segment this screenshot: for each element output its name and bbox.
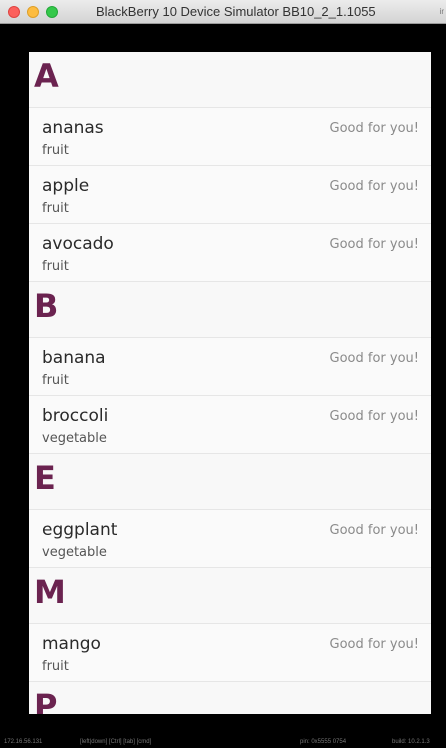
item-description: fruit bbox=[42, 373, 69, 388]
list-header-letter: P bbox=[34, 687, 58, 714]
item-description: fruit bbox=[42, 143, 69, 158]
minimize-window-button[interactable] bbox=[27, 6, 39, 18]
list-item[interactable]: ananas fruit Good for you! bbox=[29, 108, 431, 166]
device-screen: A ananas fruit Good for you! apple fruit… bbox=[29, 52, 431, 714]
grouped-list[interactable]: A ananas fruit Good for you! apple fruit… bbox=[29, 52, 431, 714]
list-header-letter: M bbox=[34, 573, 66, 611]
item-title: ananas bbox=[42, 118, 104, 138]
title-bar[interactable]: BlackBerry 10 Device Simulator BB10_2_1.… bbox=[0, 0, 446, 24]
window-title: BlackBerry 10 Device Simulator BB10_2_1.… bbox=[96, 4, 376, 19]
item-title: broccoli bbox=[42, 406, 109, 426]
list-header-letter: B bbox=[34, 287, 59, 325]
item-description: fruit bbox=[42, 259, 69, 274]
item-title: apple bbox=[42, 176, 90, 196]
list-item[interactable]: avocado fruit Good for you! bbox=[29, 224, 431, 282]
status-ip: 172.16.56.131 bbox=[4, 739, 43, 745]
list-item[interactable]: eggplant vegetable Good for you! bbox=[29, 510, 431, 568]
close-window-button[interactable] bbox=[8, 6, 20, 18]
item-title: eggplant bbox=[42, 520, 118, 540]
item-title: avocado bbox=[42, 234, 114, 254]
item-description: vegetable bbox=[42, 545, 107, 560]
list-header-letter: A bbox=[34, 57, 59, 95]
list-item[interactable]: apple fruit Good for you! bbox=[29, 166, 431, 224]
list-header: P bbox=[29, 682, 431, 714]
item-description: fruit bbox=[42, 659, 69, 674]
list-header: A bbox=[29, 52, 431, 108]
item-status: Good for you! bbox=[329, 409, 419, 424]
list-header: M bbox=[29, 568, 431, 624]
item-status: Good for you! bbox=[329, 523, 419, 538]
item-status: Good for you! bbox=[329, 637, 419, 652]
list-header: E bbox=[29, 454, 431, 510]
list-item[interactable]: mango fruit Good for you! bbox=[29, 624, 431, 682]
item-description: fruit bbox=[42, 201, 69, 216]
status-pin: pin: 0x5555 0754 bbox=[300, 739, 347, 745]
window-title-tail: ir bbox=[439, 7, 444, 16]
status-build: build: 10.2.1.3 bbox=[392, 739, 430, 745]
item-description: vegetable bbox=[42, 431, 107, 446]
status-keys: [left|down] [Ctrl] [tab] [cmd] bbox=[80, 739, 152, 745]
list-item[interactable]: broccoli vegetable Good for you! bbox=[29, 396, 431, 454]
item-title: mango bbox=[42, 634, 101, 654]
simulator-status-bar: 172.16.56.131 [left|down] [Ctrl] [tab] [… bbox=[0, 738, 446, 748]
list-header-letter: E bbox=[34, 459, 56, 497]
item-status: Good for you! bbox=[329, 351, 419, 366]
list-header: B bbox=[29, 282, 431, 338]
item-status: Good for you! bbox=[329, 121, 419, 136]
item-status: Good for you! bbox=[329, 237, 419, 252]
zoom-window-button[interactable] bbox=[46, 6, 58, 18]
item-title: banana bbox=[42, 348, 106, 368]
item-status: Good for you! bbox=[329, 179, 419, 194]
list-item[interactable]: banana fruit Good for you! bbox=[29, 338, 431, 396]
simulator-window: BlackBerry 10 Device Simulator BB10_2_1.… bbox=[0, 0, 446, 748]
